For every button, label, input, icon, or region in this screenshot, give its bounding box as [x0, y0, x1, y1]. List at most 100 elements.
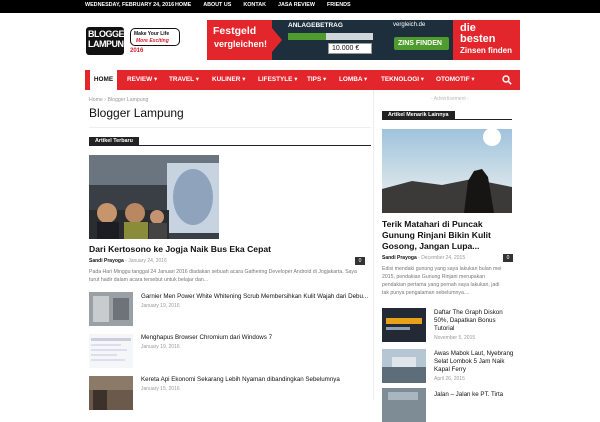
- banner-arrow-icon: [272, 28, 282, 52]
- banner-compare-panel: vergleich.de ZINS FINDEN: [390, 20, 453, 60]
- chevron-down-icon: ▾: [471, 76, 475, 83]
- article-date: January 19, 2016: [141, 303, 180, 309]
- nav-review[interactable]: REVIEW ▾: [127, 70, 157, 90]
- chevron-down-icon: ▾: [242, 76, 246, 83]
- logo-text-line1: BLOGGER: [88, 29, 131, 39]
- nav-otomotif-label: OTOMOTIF: [436, 76, 470, 83]
- top-nav-friends[interactable]: FRIENDS: [327, 2, 351, 8]
- site-logo[interactable]: BLOGGER LAMPUNG 2016 Make Your Life More…: [86, 24, 198, 58]
- breadcrumb: Home › Blogger Lampung: [89, 97, 148, 103]
- article-title[interactable]: Kereta Api Ekonomi Sekarang Lebih Nyaman…: [141, 376, 369, 383]
- sidebar-article-title-line: Jalan – Jalan ke PT. Tirta: [434, 391, 504, 398]
- search-icon[interactable]: [502, 75, 512, 85]
- banner-compare-label: vergleich.de: [393, 22, 426, 28]
- sidebar-article-title-line: Selat Lombok 5 Jam Naik: [434, 358, 505, 365]
- nav-otomotif[interactable]: OTOMOTIF ▾: [436, 70, 475, 90]
- column-divider: [373, 90, 374, 400]
- top-nav-home[interactable]: HOME: [175, 2, 191, 8]
- banner-amount-label: ANLAGEBETRAG: [288, 22, 343, 29]
- banner-amount-value[interactable]: 10.000 €: [328, 43, 372, 54]
- featured-article-title[interactable]: Dari Kertosono ke Jogja Naik Bus Eka Cep…: [89, 244, 271, 254]
- sidebar-article-title-line: 50%, Dapatkan Bonus: [434, 317, 496, 324]
- logo-text-line2: LAMPUNG: [88, 39, 131, 49]
- article-title[interactable]: Menghapus Browser Chromium dari Windows …: [141, 334, 369, 341]
- article-thumbnail[interactable]: [89, 292, 133, 326]
- sidebar-featured-excerpt: Edisi mendaki gunung yang saya lakukan b…: [382, 265, 516, 297]
- banner-festgeld-text: Festgeld: [213, 25, 257, 37]
- article-date: January 19, 2016: [141, 344, 180, 350]
- featured-excerpt-line2: turut hadir dalam acara tersebut untuk b…: [89, 277, 209, 283]
- article-thumbnail[interactable]: [89, 334, 133, 368]
- article-title[interactable]: Garnier Men Power White Whitening Scrub …: [141, 293, 369, 300]
- sidebar-article-thumbnail[interactable]: [382, 308, 426, 342]
- sidebar-article-title[interactable]: Jalan – Jalan ke PT. Tirta: [434, 391, 514, 399]
- breadcrumb-separator: ›: [104, 97, 107, 103]
- section-underline: [89, 145, 371, 146]
- title-divider: [89, 127, 371, 128]
- featured-comment-count[interactable]: 0: [355, 257, 365, 265]
- top-nav: HOME ABOUT US KONTAK JASA REVIEW FRIENDS: [175, 2, 351, 8]
- top-nav-kontak[interactable]: KONTAK: [243, 2, 266, 8]
- nav-lifestyle-label: LIFESTYLE: [258, 76, 293, 83]
- article-date: January 15, 2016: [141, 386, 180, 392]
- sidebar-article-title[interactable]: Awas Mabok Laut, Nyebrang Selat Lombok 5…: [434, 350, 514, 374]
- featured-article-author[interactable]: Sandi Prayoga: [89, 258, 124, 264]
- nav-kuliner[interactable]: KULINER ▾: [212, 70, 245, 90]
- breadcrumb-current: Blogger Lampung: [107, 97, 149, 103]
- nav-travel[interactable]: TRAVEL ▾: [169, 70, 199, 90]
- sidebar-featured-meta: Sandi Prayoga - December 24, 2015: [382, 255, 465, 261]
- sidebar-featured-author[interactable]: Sandi Prayoga: [382, 255, 417, 261]
- sidebar-featured-date: December 24, 2015: [421, 255, 466, 261]
- advertisement-label: - Advertisement -: [431, 96, 469, 102]
- sidebar-article-thumbnail[interactable]: [382, 349, 426, 383]
- nav-tips-label: TIPS: [307, 76, 322, 83]
- nav-kuliner-label: KULINER: [212, 76, 241, 83]
- sidebar-excerpt-line1: Edisi mendaki gunung yang saya lakukan b…: [382, 266, 502, 272]
- nav-review-label: REVIEW: [127, 76, 153, 83]
- main-nav: HOME REVIEW ▾ TRAVEL ▾ KULINER ▾ LIFESTY…: [85, 70, 520, 90]
- featured-article-meta: Sandi Prayoga - January 24, 2016: [89, 258, 167, 264]
- sidebar-article-title-line: Daftar The Graph Diskon: [434, 309, 503, 316]
- featured-excerpt-line1: Pada Hari Minggu tanggal 24 Januari 2016…: [89, 269, 357, 275]
- sidebar-excerpt-line4: tak punya pengalaman sebelumnya....: [382, 290, 470, 296]
- sidebar-featured-title[interactable]: Terik Matahari di Puncak Gunung Rinjani …: [382, 219, 514, 252]
- sidebar-featured-image[interactable]: [382, 129, 512, 213]
- nav-travel-label: TRAVEL: [169, 76, 194, 83]
- current-date: WEDNESDAY, FEBRUARY 24, 2016: [85, 2, 175, 8]
- top-nav-about-us[interactable]: ABOUT US: [203, 2, 231, 8]
- header-banner-ad[interactable]: Festgeld vergleichen! ANLAGEBETRAG 10.00…: [207, 20, 520, 60]
- sidebar-excerpt-line2: 2015, pendakian Gunung Rinjani merupakan: [382, 274, 485, 280]
- sidebar-article-thumbnail[interactable]: [382, 388, 426, 422]
- banner-zins-finden-button[interactable]: ZINS FINDEN: [394, 37, 449, 50]
- chevron-down-icon: ▾: [363, 76, 368, 83]
- top-nav-jasa-review[interactable]: JASA REVIEW: [278, 2, 315, 8]
- banner-festgeld-panel: Festgeld vergleichen!: [207, 20, 272, 60]
- banner-slogan-panel: die besten Zinsen finden: [453, 20, 520, 60]
- sidebar-excerpt-line3: pendakian pertama yang pernah saya lakuk…: [382, 282, 500, 288]
- nav-teknologi-label: TEKNOLOGI: [381, 76, 419, 83]
- banner-amount-panel: ANLAGEBETRAG 10.000 €: [272, 20, 390, 60]
- nav-lomba[interactable]: LOMBA ▾: [339, 70, 367, 90]
- chevron-down-icon: ▾: [154, 76, 158, 83]
- sidebar-article-date: November 5, 2015: [434, 335, 476, 341]
- breadcrumb-home[interactable]: Home: [89, 97, 103, 103]
- sidebar-comment-count[interactable]: 0: [503, 254, 513, 262]
- nav-home[interactable]: HOME: [90, 70, 117, 90]
- banner-amount-slider-fill: [288, 33, 327, 40]
- sidebar-article-title[interactable]: Daftar The Graph Diskon 50%, Dapatkan Bo…: [434, 309, 514, 333]
- banner-slogan-2: besten: [460, 33, 496, 45]
- banner-slogan-3: Zinsen finden: [460, 46, 512, 55]
- chevron-down-icon: ▾: [420, 76, 424, 83]
- chevron-down-icon: ▾: [294, 76, 298, 83]
- logo-year: 2016: [130, 48, 144, 54]
- article-thumbnail[interactable]: [89, 376, 133, 410]
- nav-tips[interactable]: TIPS ▾: [307, 70, 326, 90]
- sidebar-article-date: April 26, 2015: [434, 376, 465, 382]
- nav-teknologi[interactable]: TEKNOLOGI ▾: [381, 70, 424, 90]
- banner-amount-slider[interactable]: [288, 33, 373, 40]
- nav-lomba-label: LOMBA: [339, 76, 363, 83]
- sidebar-article-title-line: Awas Mabok Laut, Nyebrang: [434, 350, 514, 357]
- sidebar-article-title-line: Tutorial: [434, 325, 455, 332]
- featured-article-image[interactable]: [89, 155, 219, 239]
- nav-lifestyle[interactable]: LIFESTYLE ▾: [258, 70, 297, 90]
